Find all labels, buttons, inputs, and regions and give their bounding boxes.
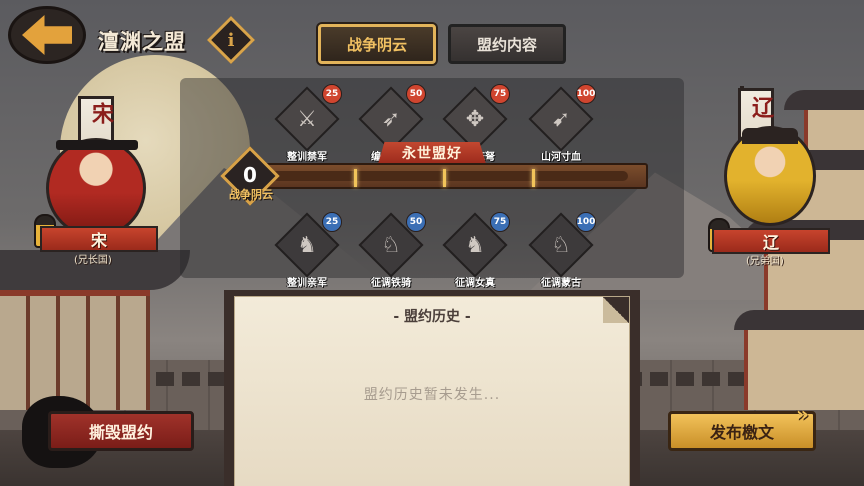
song-banner-text: 宋	[88, 102, 114, 124]
track-milestone-tick	[442, 169, 446, 187]
reward-threshold-badge: 100	[576, 84, 596, 104]
pagoda-floor	[804, 110, 864, 150]
song-emperor-portrait	[46, 138, 146, 238]
reward-item[interactable]: ➹ 山河寸血	[526, 86, 596, 163]
history-title: - 盟约历史 -	[393, 309, 471, 325]
knight-icon: ♘	[381, 232, 401, 258]
reward-threshold-badge: 50	[406, 212, 426, 232]
reward-threshold-badge: 75	[490, 84, 510, 104]
pagoda-tier	[784, 90, 864, 110]
reward-item[interactable]: ♞ 整训亲军	[272, 212, 342, 289]
back-button[interactable]	[8, 6, 86, 64]
song-nation-subtitle: (兄长国)	[74, 255, 112, 266]
track-title-banner: 永世盟好	[378, 142, 486, 164]
tab-war-clouds[interactable]: 战争阴云	[318, 24, 436, 64]
song-nation-label: 宋	[40, 226, 158, 252]
soldier-icon: ⚔	[297, 106, 317, 132]
liao-hat	[742, 128, 798, 144]
track-groove	[272, 169, 628, 187]
song-hat	[56, 140, 138, 150]
reward-item[interactable]: ♘ 征调蒙古	[526, 212, 596, 289]
reward-threshold-badge: 25	[322, 84, 342, 104]
liao-nation-label: 辽	[712, 228, 830, 254]
reward-threshold-badge: 75	[490, 212, 510, 232]
tab-treaty-content[interactable]: 盟约内容	[448, 24, 566, 64]
track-milestone-tick	[353, 169, 357, 187]
crossbow-icon: ✥	[465, 106, 485, 132]
liao-nation-subtitle: (兄弟国)	[746, 256, 784, 267]
liao-banner-text: 辽	[748, 96, 774, 118]
archer-icon: ➹	[551, 106, 571, 132]
page-title: 澶渊之盟	[98, 30, 186, 54]
reward-item[interactable]: ♞ 征调女真	[440, 212, 510, 289]
reward-threshold-badge: 100	[576, 212, 596, 232]
pagoda-floor	[744, 330, 864, 410]
reward-item[interactable]: ⚔ 整训禁军	[272, 86, 342, 163]
spear-icon: ➶	[381, 106, 401, 132]
info-button[interactable]: i	[206, 15, 256, 65]
history-empty-message: 盟约历史暂未发生...	[363, 387, 501, 403]
cavalry-icon: ♞	[297, 232, 317, 258]
progress-level-label: 战争阴云	[229, 188, 273, 201]
reward-item[interactable]: ♘ 征调铁骑	[356, 212, 426, 289]
horse-archer-icon: ♘	[551, 232, 571, 258]
horseman-icon: ♞	[465, 232, 485, 258]
reward-threshold-badge: 25	[322, 212, 342, 232]
back-arrow-icon	[22, 15, 72, 55]
break-treaty-button[interactable]: 撕毁盟约	[48, 411, 194, 451]
track-milestone-tick	[531, 169, 535, 187]
info-icon: i	[227, 29, 235, 51]
treaty-progress-track	[262, 163, 648, 189]
publish-proclamation-button[interactable]: 发布檄文	[668, 411, 816, 451]
reward-threshold-badge: 50	[406, 84, 426, 104]
chevron-right-icon: »	[796, 402, 809, 426]
